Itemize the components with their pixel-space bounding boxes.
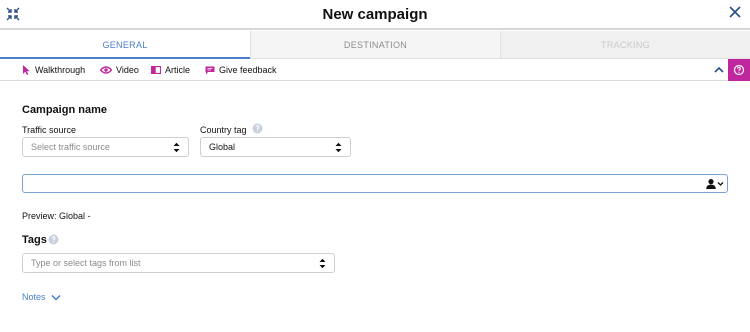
traffic-source-select[interactable]: Select traffic source [22, 137, 189, 157]
question-circle-icon[interactable] [48, 234, 59, 245]
tab-general[interactable]: GENERAL [0, 31, 250, 59]
help-button[interactable] [728, 59, 750, 81]
question-circle-icon[interactable] [252, 123, 263, 134]
modal-title: New campaign [322, 6, 428, 23]
chevron-up-icon[interactable] [713, 64, 725, 76]
tags-select[interactable]: Type or select tags from list [22, 253, 335, 273]
walkthrough-link[interactable]: Walkthrough [22, 59, 85, 81]
country-tag-select[interactable]: Global [200, 137, 351, 157]
campaign-name-heading: Campaign name [22, 104, 107, 116]
notes-toggle[interactable]: Notes [22, 292, 61, 302]
close-icon[interactable] [728, 5, 742, 19]
sort-arrows-icon [173, 142, 180, 153]
eye-icon [100, 66, 112, 74]
help-bar: Walkthrough Video Article Give feedback [0, 59, 750, 81]
give-feedback-label: Give feedback [219, 65, 277, 75]
article-label: Article [165, 65, 191, 75]
question-icon [733, 64, 745, 76]
video-link[interactable]: Video [100, 59, 139, 81]
tags-placeholder: Type or select tags from list [31, 258, 141, 268]
campaign-name-input[interactable] [22, 174, 728, 193]
traffic-source-placeholder: Select traffic source [31, 142, 110, 152]
chevron-down-icon [50, 294, 61, 301]
modal-header: New campaign [0, 0, 750, 30]
country-tag-value: Global [209, 142, 236, 152]
sort-arrows-icon [335, 142, 342, 153]
video-label: Video [116, 65, 139, 75]
tab-destination[interactable]: DESTINATION [250, 31, 500, 59]
country-tag-label: Country tag [200, 125, 247, 135]
tab-tracking[interactable]: TRACKING [500, 31, 750, 59]
chat-icon [205, 66, 215, 74]
give-feedback-link[interactable]: Give feedback [205, 59, 277, 81]
notes-label: Notes [22, 292, 46, 302]
article-link[interactable]: Article [151, 59, 190, 81]
sort-arrows-icon [319, 258, 326, 269]
cursor-icon [23, 65, 30, 75]
traffic-source-label: Traffic source [22, 125, 77, 135]
tab-bar: GENERAL DESTINATION TRACKING [0, 31, 750, 59]
user-dropdown-icon[interactable] [705, 178, 725, 190]
tags-heading: Tags [22, 234, 47, 246]
book-icon [151, 66, 161, 74]
preview-text: Preview: Global - [22, 211, 91, 221]
walkthrough-label: Walkthrough [35, 65, 86, 75]
